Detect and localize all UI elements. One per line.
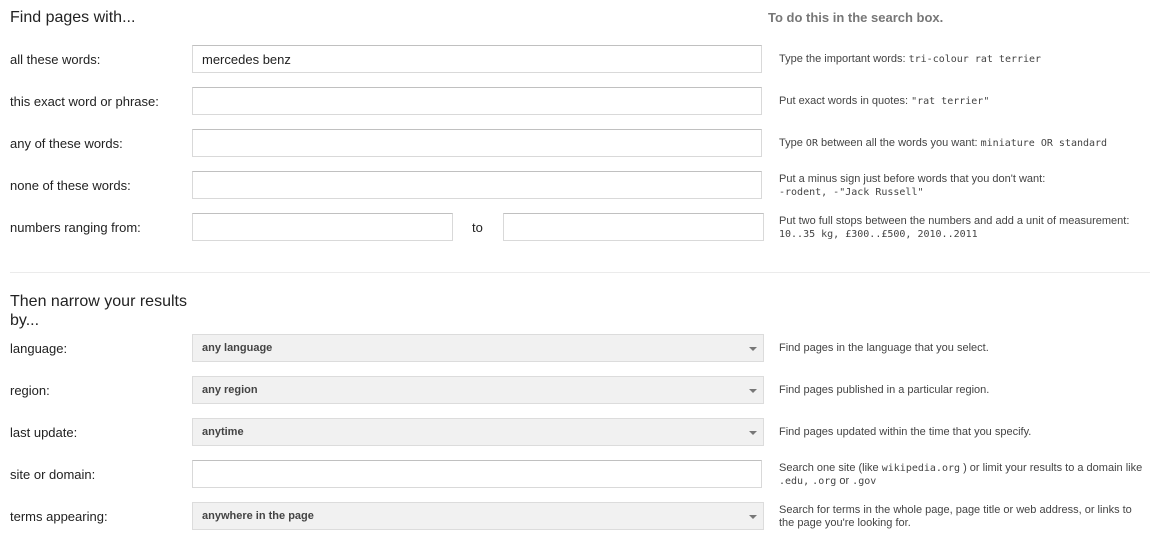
search-box-heading: To do this in the search box.	[768, 10, 944, 25]
number-range-hint: Put two full stops between the numbers a…	[779, 215, 1149, 241]
hint-text: Put exact words in quotes:	[779, 95, 909, 107]
all-words-hint: Type the important words: tri-colour rat…	[779, 53, 1149, 66]
narrow-results-heading: Then narrow your results by...	[10, 293, 187, 329]
region-hint: Find pages published in a particular reg…	[779, 384, 990, 396]
region-selected: any region	[202, 384, 258, 396]
terms-appearing-label: terms appearing:	[10, 509, 108, 524]
site-domain-label: site or domain:	[10, 467, 96, 482]
hint-text: or	[839, 475, 850, 487]
chevron-down-icon	[749, 389, 757, 393]
range-to-input[interactable]	[503, 213, 764, 241]
terms-appearing-hint: Search for terms in the whole page, page…	[779, 504, 1132, 529]
none-words-label: none of these words:	[10, 178, 131, 193]
hint-text: Search one site (like	[779, 462, 879, 474]
row-last-update: last update: anytime Find pages updated …	[0, 418, 1156, 448]
hint-text: between all the words you want:	[821, 137, 978, 149]
hint-code: -rodent, -"Jack Russell"	[779, 187, 924, 198]
hint-text: ) or limit your results to a domain like	[963, 462, 1143, 474]
any-words-input[interactable]	[192, 129, 762, 157]
row-none-words: none of these words: Put a minus sign ju…	[0, 171, 1156, 201]
all-words-input[interactable]	[192, 45, 762, 73]
region-select[interactable]: any region	[192, 376, 764, 404]
exact-phrase-hint: Put exact words in quotes: "rat terrier"	[779, 95, 1149, 108]
language-label: language:	[10, 341, 68, 356]
chevron-down-icon	[749, 431, 757, 435]
hint-code: .org	[812, 476, 837, 487]
site-domain-input[interactable]	[192, 460, 762, 488]
hint-text: Put a minus sign just before words that …	[779, 173, 1046, 185]
chevron-down-icon	[749, 347, 757, 351]
find-pages-heading: Find pages with...	[10, 9, 136, 26]
hint-code: miniature OR standard	[980, 138, 1108, 149]
row-terms-appearing: terms appearing: anywhere in the page Se…	[0, 502, 1156, 532]
hint-text: Type the important words:	[779, 53, 906, 65]
hint-text: Put two full stops between the numbers a…	[779, 215, 1130, 227]
hint-code: wikipedia.org	[881, 463, 961, 474]
hint-text: Type	[779, 137, 803, 149]
row-any-words: any of these words: Type OR between all …	[0, 129, 1156, 159]
any-words-hint: Type OR between all the words you want: …	[779, 137, 1149, 150]
language-select[interactable]: any language	[192, 334, 764, 362]
number-range-label: numbers ranging from:	[10, 220, 141, 235]
hint-code: "rat terrier"	[911, 96, 990, 107]
site-domain-hint: Search one site (like wikipedia.org ) or…	[779, 462, 1149, 488]
row-number-range: numbers ranging from: to Put two full st…	[0, 213, 1156, 243]
hint-code: OR	[805, 138, 818, 149]
row-region: region: any region Find pages published …	[0, 376, 1156, 406]
row-all-words: all these words: Type the important word…	[0, 45, 1156, 75]
none-words-hint: Put a minus sign just before words that …	[779, 173, 1149, 199]
hint-code: tri-colour rat terrier	[908, 54, 1042, 65]
range-to-label: to	[472, 220, 483, 235]
none-words-input[interactable]	[192, 171, 762, 199]
language-hint: Find pages in the language that you sele…	[779, 342, 989, 354]
region-label: region:	[10, 383, 50, 398]
last-update-selected: anytime	[202, 426, 244, 438]
language-selected: any language	[202, 342, 273, 354]
section-divider	[10, 272, 1150, 273]
last-update-hint: Find pages updated within the time that …	[779, 426, 1032, 438]
exact-phrase-label: this exact word or phrase:	[10, 94, 159, 109]
any-words-label: any of these words:	[10, 136, 123, 151]
row-site-domain: site or domain: Search one site (like wi…	[0, 460, 1156, 490]
terms-appearing-select[interactable]: anywhere in the page	[192, 502, 764, 530]
range-from-input[interactable]	[192, 213, 453, 241]
row-language: language: any language Find pages in the…	[0, 334, 1156, 364]
chevron-down-icon	[749, 515, 757, 519]
row-exact-phrase: this exact word or phrase: Put exact wor…	[0, 87, 1156, 117]
hint-code: .edu,	[779, 476, 810, 487]
hint-code: 10..35 kg, £300..£500, 2010..2011	[779, 229, 978, 240]
last-update-label: last update:	[10, 425, 78, 440]
exact-phrase-input[interactable]	[192, 87, 762, 115]
last-update-select[interactable]: anytime	[192, 418, 764, 446]
all-words-label: all these words:	[10, 52, 101, 67]
terms-appearing-selected: anywhere in the page	[202, 510, 314, 522]
hint-code: .gov	[852, 476, 877, 487]
